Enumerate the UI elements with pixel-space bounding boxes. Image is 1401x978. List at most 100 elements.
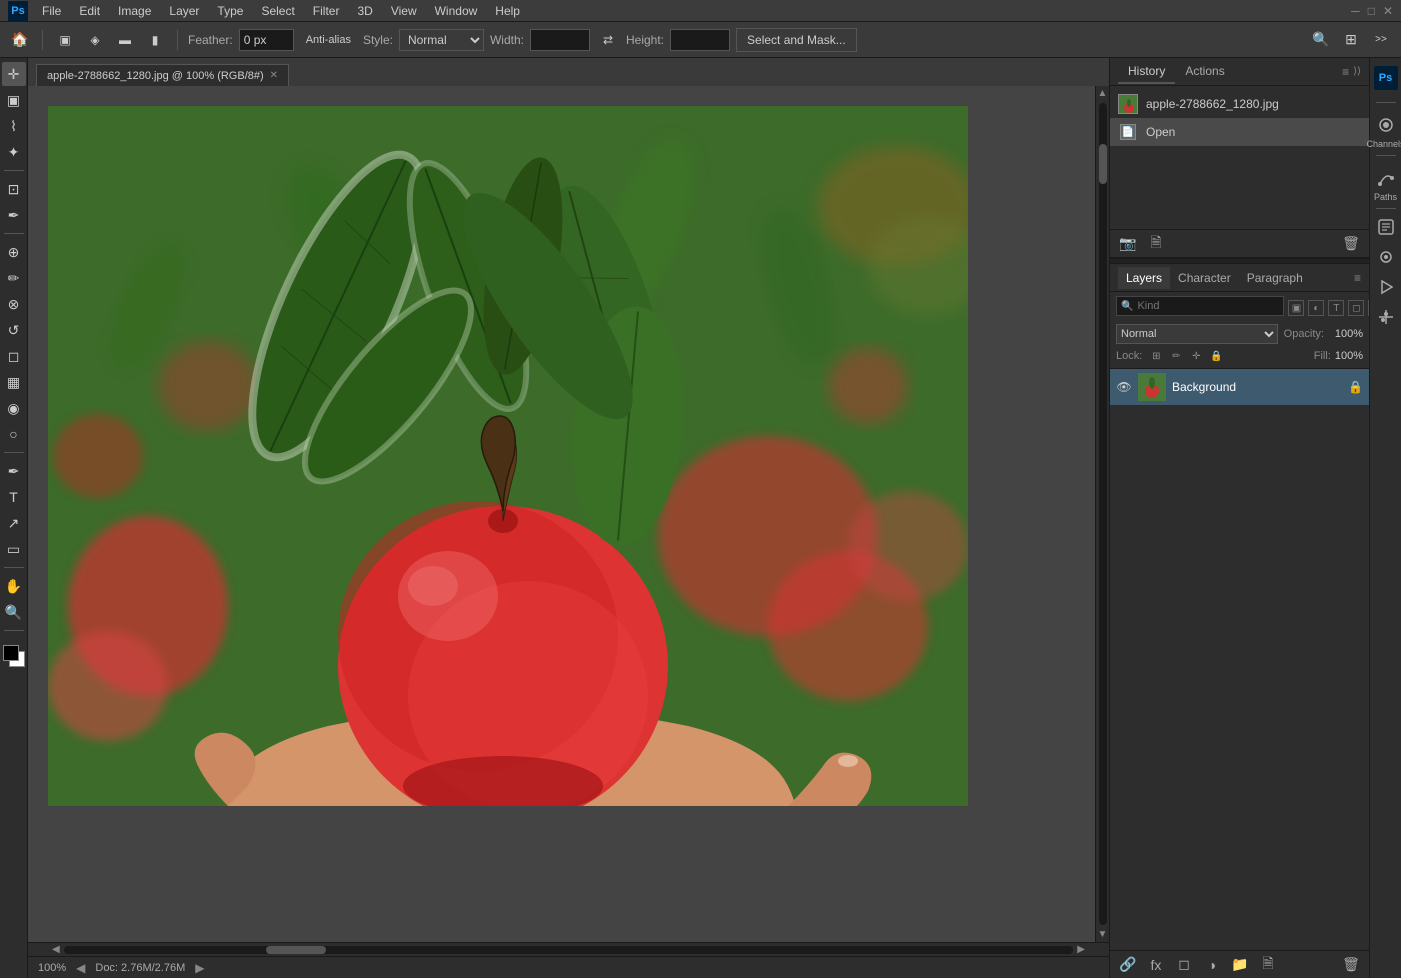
channels-btn[interactable] xyxy=(1374,113,1398,137)
add-style-btn[interactable]: fx xyxy=(1146,955,1166,975)
marquee-rect-btn2[interactable]: ◈ xyxy=(83,28,107,52)
actions-mini-btn[interactable] xyxy=(1374,275,1398,299)
status-arrow-left[interactable]: ◀ xyxy=(76,961,85,975)
marquee-col-btn[interactable]: ▮ xyxy=(143,28,167,52)
search-btn[interactable]: 🔍 xyxy=(1309,28,1333,52)
link-layers-btn[interactable]: 🔗 xyxy=(1118,955,1138,975)
history-tab[interactable]: History xyxy=(1118,60,1175,84)
history-mini-btn[interactable] xyxy=(1374,215,1398,239)
character-tab[interactable]: Character xyxy=(1170,267,1239,289)
delete-layer-btn[interactable]: 🗑 xyxy=(1341,955,1361,975)
create-doc-btn[interactable]: 🗎 xyxy=(1146,234,1166,254)
adjustments-mini-btn[interactable] xyxy=(1374,305,1398,329)
lock-move-btn[interactable]: ✛ xyxy=(1188,348,1204,364)
menu-type[interactable]: Type xyxy=(209,2,251,20)
dodge-tool[interactable]: ○ xyxy=(2,422,26,446)
eyedropper-tool[interactable]: ✒ xyxy=(2,203,26,227)
hand-tool[interactable]: ✋ xyxy=(2,574,26,598)
swap-dimensions-btn[interactable]: ⇄ xyxy=(596,28,620,52)
new-layer-btn[interactable]: 🗎 xyxy=(1258,955,1278,975)
expand-panels-btn[interactable]: >> xyxy=(1369,28,1393,52)
lock-pixels-btn[interactable]: ⊞ xyxy=(1148,348,1164,364)
blur-tool[interactable]: ◉ xyxy=(2,396,26,420)
layers-search-box[interactable]: 🔍 xyxy=(1116,296,1284,316)
status-arrow-right[interactable]: ▶ xyxy=(195,961,204,975)
pen-tool[interactable]: ✒ xyxy=(2,459,26,483)
history-open-item[interactable]: 📄 Open xyxy=(1110,118,1369,146)
scroll-up-btn[interactable]: ▲ xyxy=(1098,88,1108,99)
layers-panel-menu-btn[interactable]: ≡ xyxy=(1354,271,1361,285)
wand-tool[interactable]: ✦ xyxy=(2,140,26,164)
shape-tool[interactable]: ▭ xyxy=(2,537,26,561)
close-tab-btn[interactable]: ✕ xyxy=(270,70,278,81)
color-swatches[interactable] xyxy=(3,645,25,667)
healing-tool[interactable]: ⊕ xyxy=(2,240,26,264)
menu-3d[interactable]: 3D xyxy=(349,2,380,20)
style-select[interactable]: Normal Fixed Ratio Fixed Size xyxy=(399,29,484,51)
menu-filter[interactable]: Filter xyxy=(305,2,348,20)
create-snapshot-btn[interactable]: 📷 xyxy=(1118,234,1138,254)
delete-state-btn[interactable]: 🗑 xyxy=(1341,234,1361,254)
history-snapshot-item[interactable]: apple-2788662_1280.jpg xyxy=(1110,90,1369,118)
marquee-rect-btn[interactable]: ▣ xyxy=(53,28,77,52)
history-brush-tool[interactable]: ↺ xyxy=(2,318,26,342)
layers-tab[interactable]: Layers xyxy=(1118,267,1170,289)
marquee-row-btn[interactable]: ▬ xyxy=(113,28,137,52)
brush-tool[interactable]: ✏ xyxy=(2,266,26,290)
menu-edit[interactable]: Edit xyxy=(71,2,108,20)
restore-btn[interactable]: □ xyxy=(1368,4,1375,18)
eraser-tool[interactable]: ◻ xyxy=(2,344,26,368)
add-mask-btn[interactable]: ◻ xyxy=(1174,955,1194,975)
v-scroll-thumb[interactable] xyxy=(1099,144,1107,184)
menu-file[interactable]: File xyxy=(34,2,69,20)
move-tool[interactable]: ✛ xyxy=(2,62,26,86)
blend-mode-select[interactable]: Normal Multiply Screen Overlay xyxy=(1116,324,1278,344)
minimize-btn[interactable]: ─ xyxy=(1351,4,1360,18)
menu-image[interactable]: Image xyxy=(110,2,159,20)
scroll-right-btn[interactable]: ▶ xyxy=(1073,944,1089,955)
lasso-tool[interactable]: ⌇ xyxy=(2,114,26,138)
properties-mini-btn[interactable] xyxy=(1374,245,1398,269)
fill-value[interactable]: 100% xyxy=(1335,350,1363,362)
canvas-tab[interactable]: apple-2788662_1280.jpg @ 100% (RGB/8#) ✕ xyxy=(36,64,289,86)
marquee-tool[interactable]: ▣ xyxy=(2,88,26,112)
clone-tool[interactable]: ⊗ xyxy=(2,292,26,316)
filter-pixel-btn[interactable]: ▣ xyxy=(1288,300,1304,316)
path-selection-tool[interactable]: ↗ xyxy=(2,511,26,535)
layer-visibility-eye[interactable]: 👁 xyxy=(1116,379,1132,395)
crop-tool[interactable]: ⊡ xyxy=(2,177,26,201)
filter-shape-btn[interactable]: ◻ xyxy=(1348,300,1364,316)
canvas-scrollbar-v[interactable]: ▲ ▼ xyxy=(1095,86,1109,942)
antialias-btn[interactable]: Anti-alias xyxy=(300,28,357,52)
opacity-value[interactable]: 100% xyxy=(1328,328,1363,340)
paths-btn[interactable] xyxy=(1374,166,1398,190)
menu-layer[interactable]: Layer xyxy=(161,2,207,20)
foreground-color[interactable] xyxy=(3,645,19,661)
layer-lock-icon[interactable]: 🔒 xyxy=(1348,380,1363,394)
lock-all-btn[interactable]: 🔒 xyxy=(1208,348,1224,364)
home-button[interactable]: 🏠 xyxy=(8,28,32,52)
canvas-scroll-area[interactable] xyxy=(28,86,1095,942)
gradient-tool[interactable]: ▦ xyxy=(2,370,26,394)
menu-window[interactable]: Window xyxy=(427,2,486,20)
history-panel-menu-btn[interactable]: ≡ xyxy=(1342,65,1349,79)
filter-adjust-btn[interactable]: ◐ xyxy=(1308,300,1324,316)
height-input[interactable] xyxy=(670,29,730,51)
scroll-down-btn[interactable]: ▼ xyxy=(1098,929,1108,940)
layers-search-input[interactable] xyxy=(1137,300,1279,312)
scroll-left-btn[interactable]: ◀ xyxy=(48,944,64,955)
background-layer-row[interactable]: 👁 Background 🔒 xyxy=(1110,369,1369,405)
menu-select[interactable]: Select xyxy=(253,2,302,20)
feather-input[interactable] xyxy=(239,29,294,51)
actions-tab[interactable]: Actions xyxy=(1175,60,1234,84)
width-input[interactable] xyxy=(530,29,590,51)
close-btn[interactable]: ✕ xyxy=(1383,4,1393,18)
filter-type-btn[interactable]: T xyxy=(1328,300,1344,316)
view-btn[interactable]: ⊞ xyxy=(1339,28,1363,52)
history-panel-collapse-btn[interactable]: ⟩⟩ xyxy=(1353,66,1361,77)
h-scroll-thumb[interactable] xyxy=(266,946,326,954)
menu-help[interactable]: Help xyxy=(487,2,528,20)
paragraph-tab[interactable]: Paragraph xyxy=(1239,267,1311,289)
lock-draw-btn[interactable]: ✏ xyxy=(1168,348,1184,364)
menu-view[interactable]: View xyxy=(383,2,425,20)
